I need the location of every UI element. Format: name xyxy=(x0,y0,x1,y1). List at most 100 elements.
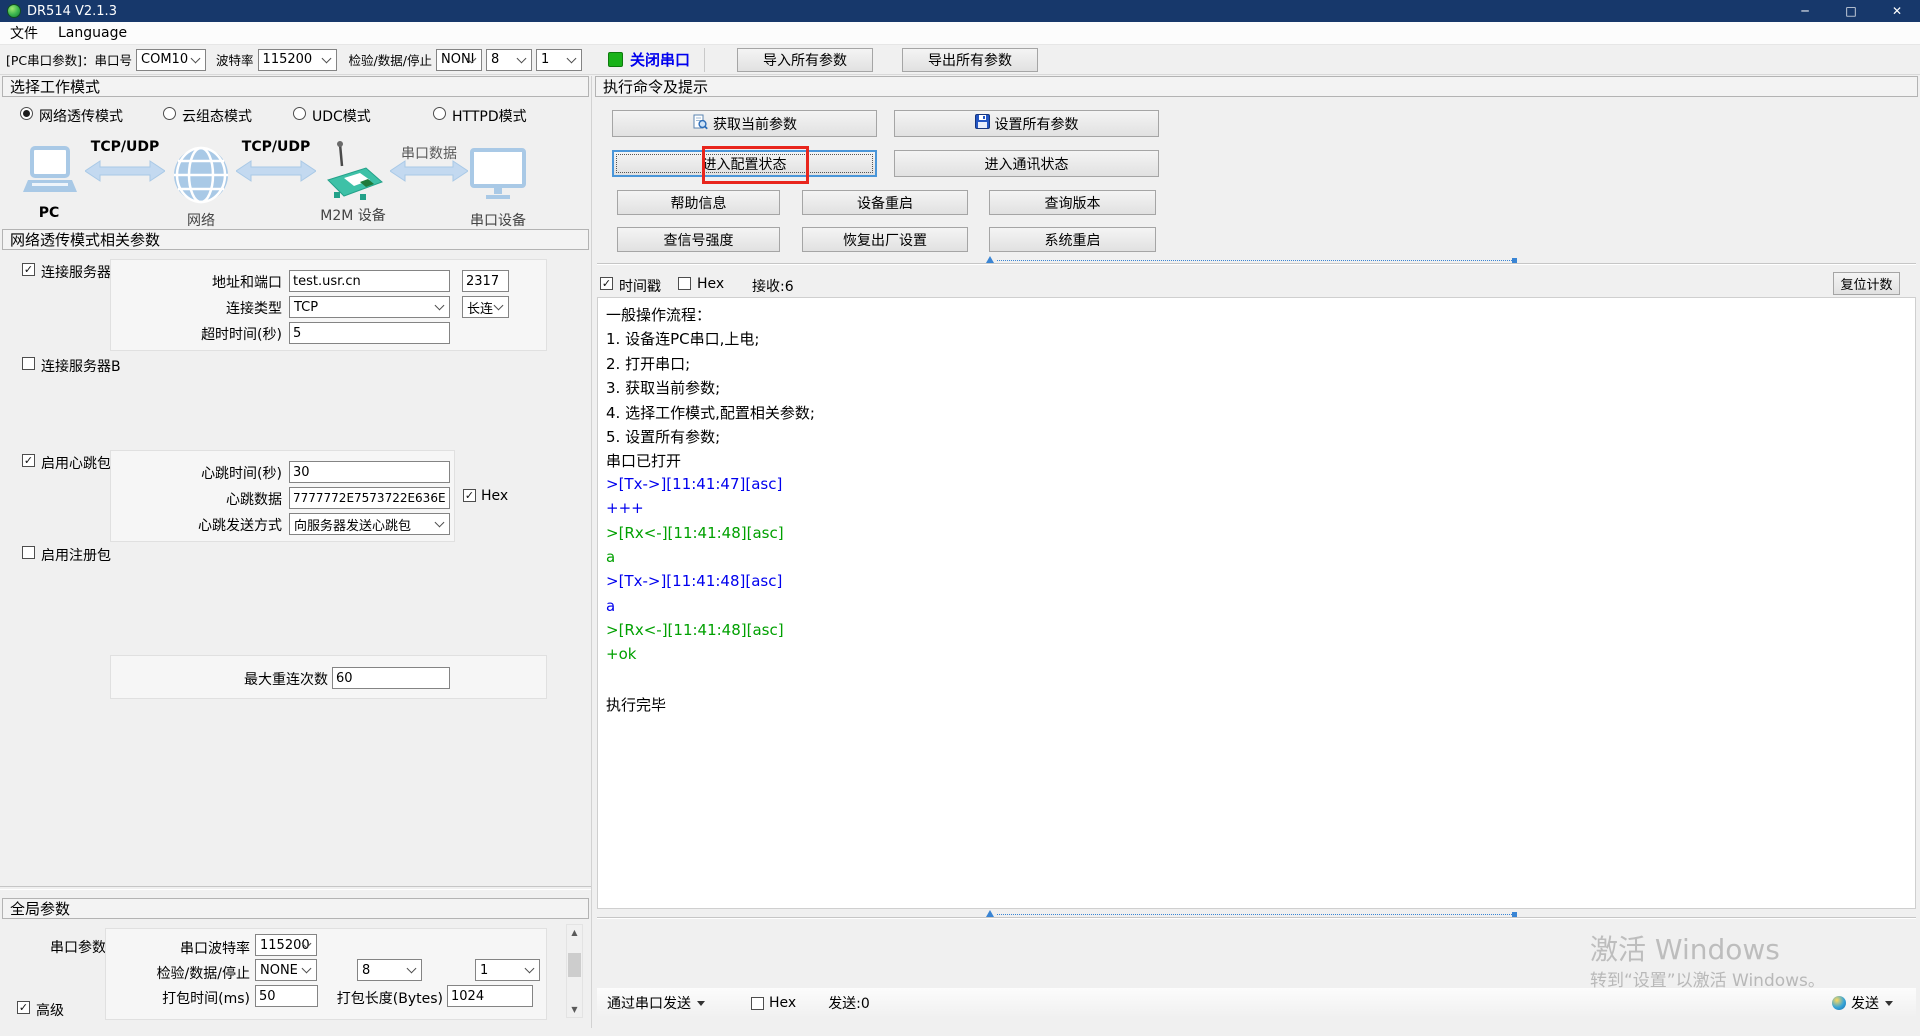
conn-type-select[interactable]: TCP xyxy=(289,296,450,318)
log-text: +++ xyxy=(606,499,644,517)
import-params-button[interactable]: 导入所有参数 xyxy=(737,48,873,72)
radio-net-transparent-mode[interactable] xyxy=(20,107,33,120)
register-label[interactable]: 启用注册包 xyxy=(41,545,111,565)
send-hex-label[interactable]: Hex xyxy=(769,995,796,1011)
radio-httpd-label[interactable]: HTTPD模式 xyxy=(452,106,527,126)
server-a-checkbox[interactable] xyxy=(22,263,35,276)
minimize-button[interactable]: ─ xyxy=(1782,0,1828,22)
top-trackbar-thumb[interactable] xyxy=(986,256,994,263)
g-stopbits-value: 1 xyxy=(480,963,488,978)
log-line: 1. 设备连PC串口,上电; xyxy=(606,328,1915,352)
reconnect-value: 60 xyxy=(336,671,353,686)
log-text: 串口已打开 xyxy=(606,452,681,470)
radio-cloud-label[interactable]: 云组态模式 xyxy=(182,106,252,126)
hb-hex-checkbox[interactable] xyxy=(463,489,476,502)
enter-comm-button[interactable]: 进入通讯状态 xyxy=(894,150,1159,177)
system-reboot-button[interactable]: 系统重启 xyxy=(989,227,1156,252)
hb-hex-label[interactable]: Hex xyxy=(481,488,508,504)
radio-httpd-mode[interactable] xyxy=(433,107,446,120)
maximize-button[interactable]: □ xyxy=(1828,0,1874,22)
app-icon xyxy=(7,4,21,18)
close-port-button[interactable]: 关闭串口 xyxy=(630,49,690,70)
hb-data-input[interactable]: 7777772E7573722E636E xyxy=(289,487,450,509)
keepalive-select[interactable]: 长连 xyxy=(462,296,509,318)
log-hex-checkbox[interactable] xyxy=(678,277,691,290)
factory-reset-button[interactable]: 恢复出厂设置 xyxy=(802,227,968,252)
bottom-trackbar[interactable] xyxy=(597,917,1916,919)
g-baud-select[interactable]: 115200 xyxy=(255,934,317,956)
log-text: a xyxy=(606,548,615,566)
conn-type-label: 连接类型 xyxy=(120,298,282,318)
scroll-down-icon[interactable]: ▼ xyxy=(567,1002,582,1017)
timestamp-label[interactable]: 时间戳 xyxy=(619,276,661,296)
bottom-trackbar-thumb[interactable] xyxy=(986,910,994,917)
query-version-button[interactable]: 查询版本 xyxy=(989,190,1156,215)
hb-time-value: 30 xyxy=(293,465,310,480)
advanced-checkbox[interactable] xyxy=(17,1001,30,1014)
radio-net-transparent-label[interactable]: 网络透传模式 xyxy=(39,106,123,126)
left-scrollbar[interactable]: ▲ ▼ xyxy=(566,924,583,1018)
radio-udc-mode[interactable] xyxy=(293,107,306,120)
top-trackbar[interactable] xyxy=(597,263,1916,265)
log-line: 4. 选择工作模式,配置相关参数; xyxy=(606,402,1915,426)
server-b-label[interactable]: 连接服务器B xyxy=(41,356,121,376)
reset-count-button[interactable]: 复位计数 xyxy=(1833,272,1900,295)
menu-file[interactable]: 文件 xyxy=(0,22,48,44)
send-hex-checkbox[interactable] xyxy=(751,997,764,1010)
send-bar: 通过串口发送 Hex 发送:0 xyxy=(597,988,1916,1018)
pc-serial-port-label: [PC串口参数]：串口号 xyxy=(6,50,132,69)
server-addr-value: test.usr.cn xyxy=(293,274,361,289)
packlen-input[interactable]: 1024 xyxy=(447,985,533,1007)
server-port-input[interactable]: 2317 xyxy=(462,270,509,292)
server-addr-input[interactable]: test.usr.cn xyxy=(289,270,450,292)
timestamp-checkbox[interactable] xyxy=(600,277,613,290)
log-hex-label[interactable]: Hex xyxy=(697,276,724,292)
log-text: >[Rx<-][11:41:48][asc] xyxy=(606,524,784,542)
server-a-label[interactable]: 连接服务器A xyxy=(41,262,121,282)
g-parity-select[interactable]: NONE xyxy=(255,959,317,981)
reconnect-input[interactable]: 60 xyxy=(332,667,450,689)
send-via-dropdown[interactable]: 通过串口发送 xyxy=(607,993,691,1013)
export-params-button[interactable]: 导出所有参数 xyxy=(902,48,1038,72)
send-button-label: 发送 xyxy=(1851,993,1879,1013)
com-port-select[interactable]: COM10 xyxy=(136,49,206,71)
log-line: >[Rx<-][11:41:48][asc] xyxy=(606,524,1915,548)
hb-mode-select[interactable]: 向服务器发送心跳包 xyxy=(289,513,450,535)
network-label: 网络 xyxy=(170,210,232,230)
close-button[interactable]: ✕ xyxy=(1874,0,1920,22)
get-params-button[interactable]: 获取当前参数 xyxy=(612,110,877,137)
g-databits-select[interactable]: 8 xyxy=(357,959,422,981)
signal-strength-button[interactable]: 查信号强度 xyxy=(617,227,780,252)
stopbits-select[interactable]: 1 xyxy=(536,49,582,71)
log-output[interactable]: 一般操作流程： 1. 设备连PC串口,上电; 2. 打开串口; 3. 获取当前参… xyxy=(597,297,1916,909)
mode-section-header: 选择工作模式 xyxy=(2,76,589,97)
heartbeat-checkbox[interactable] xyxy=(22,454,35,467)
packtime-input[interactable]: 50 xyxy=(255,985,318,1007)
system-reboot-label: 系统重启 xyxy=(1045,230,1101,250)
g-baud-label: 串口波特率 xyxy=(130,938,250,958)
baud-select[interactable]: 115200 xyxy=(258,49,337,71)
scrollbar-thumb[interactable] xyxy=(568,953,581,977)
advanced-label[interactable]: 高级 xyxy=(36,1000,64,1020)
radio-udc-label[interactable]: UDC模式 xyxy=(312,106,371,126)
menu-language[interactable]: Language xyxy=(48,22,137,44)
send-via-chevron-icon[interactable] xyxy=(697,1001,705,1006)
hb-time-input[interactable]: 30 xyxy=(289,461,450,483)
set-params-button[interactable]: 设置所有参数 xyxy=(894,110,1159,137)
device-reboot-button[interactable]: 设备重启 xyxy=(802,190,968,215)
scroll-up-icon[interactable]: ▲ xyxy=(567,925,582,940)
send-button[interactable]: 发送 xyxy=(1832,993,1893,1013)
databits-select[interactable]: 8 xyxy=(486,49,532,71)
app-window: DR514 V2.1.3 ─ □ ✕ 文件 Language [PC串口参数]：… xyxy=(0,0,1920,1036)
parity-select[interactable]: NONI xyxy=(436,49,482,71)
radio-cloud-mode[interactable] xyxy=(163,107,176,120)
register-checkbox[interactable] xyxy=(22,546,35,559)
minimize-icon: ─ xyxy=(1801,4,1808,18)
help-button[interactable]: 帮助信息 xyxy=(617,190,780,215)
bottom-trackbar-end xyxy=(1512,912,1517,917)
server-b-checkbox[interactable] xyxy=(22,357,35,370)
g-stopbits-select[interactable]: 1 xyxy=(475,959,540,981)
heartbeat-label[interactable]: 启用心跳包 xyxy=(41,453,111,473)
link2-label: TCP/UDP xyxy=(236,139,316,155)
timeout-input[interactable]: 5 xyxy=(289,322,450,344)
